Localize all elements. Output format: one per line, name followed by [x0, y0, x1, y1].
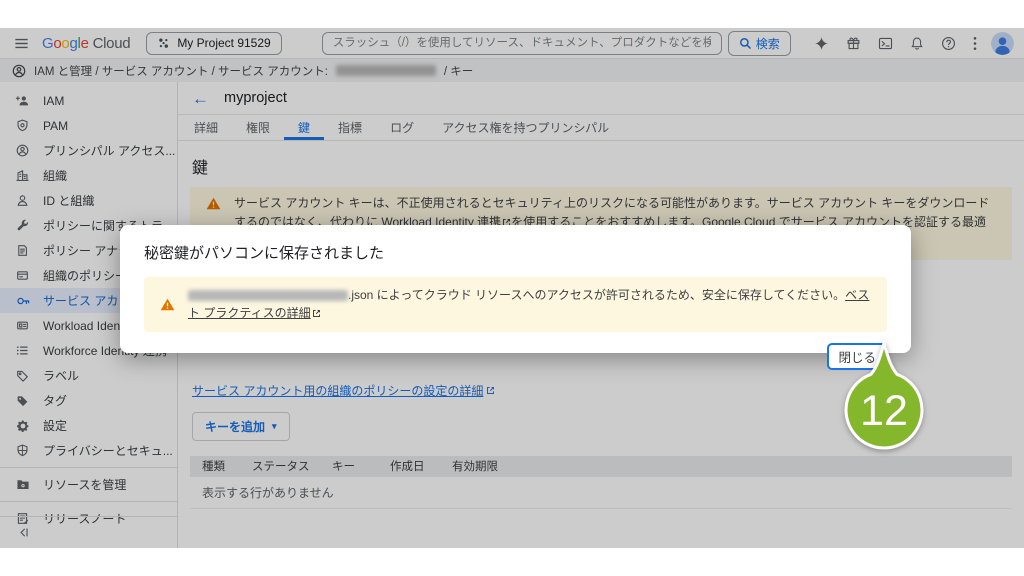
warning-icon [160, 298, 175, 311]
step-annotation-balloon: 12 [843, 340, 925, 452]
step-number: 12 [860, 387, 908, 435]
private-key-saved-dialog: 秘密鍵がパソコンに保存されました .json によってクラウド リソースへのアク… [120, 225, 911, 353]
dialog-warning-banner: .json によってクラウド リソースへのアクセスが許可されるため、安全に保存し… [144, 277, 887, 332]
screenshot-canvas: Google Cloud My Project 91529 検索 IAM と管理… [0, 0, 1024, 576]
dialog-title: 秘密鍵がパソコンに保存されました [144, 242, 887, 263]
external-link-icon [312, 305, 321, 323]
redacted-key-filename [188, 290, 348, 301]
